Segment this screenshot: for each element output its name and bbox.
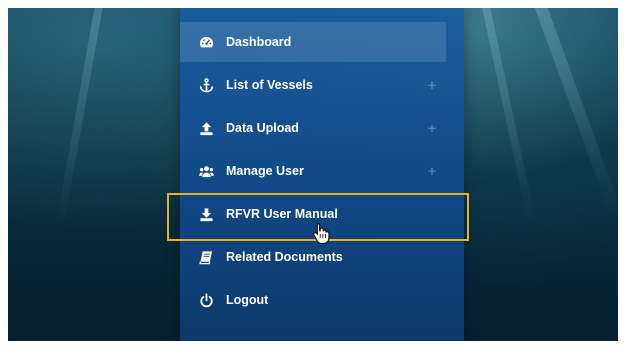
light-ray (528, 8, 618, 216)
sidebar-item-label: Dashboard (226, 35, 292, 49)
light-ray (56, 8, 106, 226)
sidebar-item-label: Related Documents (226, 250, 343, 264)
sidebar-menu: Dashboard List of Vessels + Data Upload … (180, 8, 464, 341)
sidebar-item-manage-user[interactable]: Manage User + (180, 151, 464, 191)
sidebar-item-list-of-vessels[interactable]: List of Vessels + (180, 65, 464, 105)
anchor-icon (198, 77, 214, 93)
tachometer-icon (198, 34, 214, 50)
sidebar-item-data-upload[interactable]: Data Upload + (180, 108, 464, 148)
expand-plus-icon[interactable]: + (428, 163, 436, 179)
book-icon (198, 249, 214, 265)
users-icon (198, 163, 214, 179)
sidebar-item-label: Data Upload (226, 121, 299, 135)
upload-icon (198, 120, 214, 136)
expand-plus-icon[interactable]: + (428, 120, 436, 136)
light-ray (478, 8, 536, 224)
sidebar-item-label: Manage User (226, 164, 304, 178)
expand-plus-icon[interactable]: + (428, 77, 436, 93)
hand-pointer-cursor-icon (312, 222, 332, 245)
power-icon (198, 292, 214, 308)
sidebar-item-dashboard[interactable]: Dashboard (180, 22, 446, 62)
sidebar-item-label: List of Vessels (226, 78, 313, 92)
sidebar-item-label: Logout (226, 293, 269, 307)
sidebar-item-logout[interactable]: Logout (180, 280, 464, 320)
app-viewport: Dashboard List of Vessels + Data Upload … (8, 8, 618, 341)
